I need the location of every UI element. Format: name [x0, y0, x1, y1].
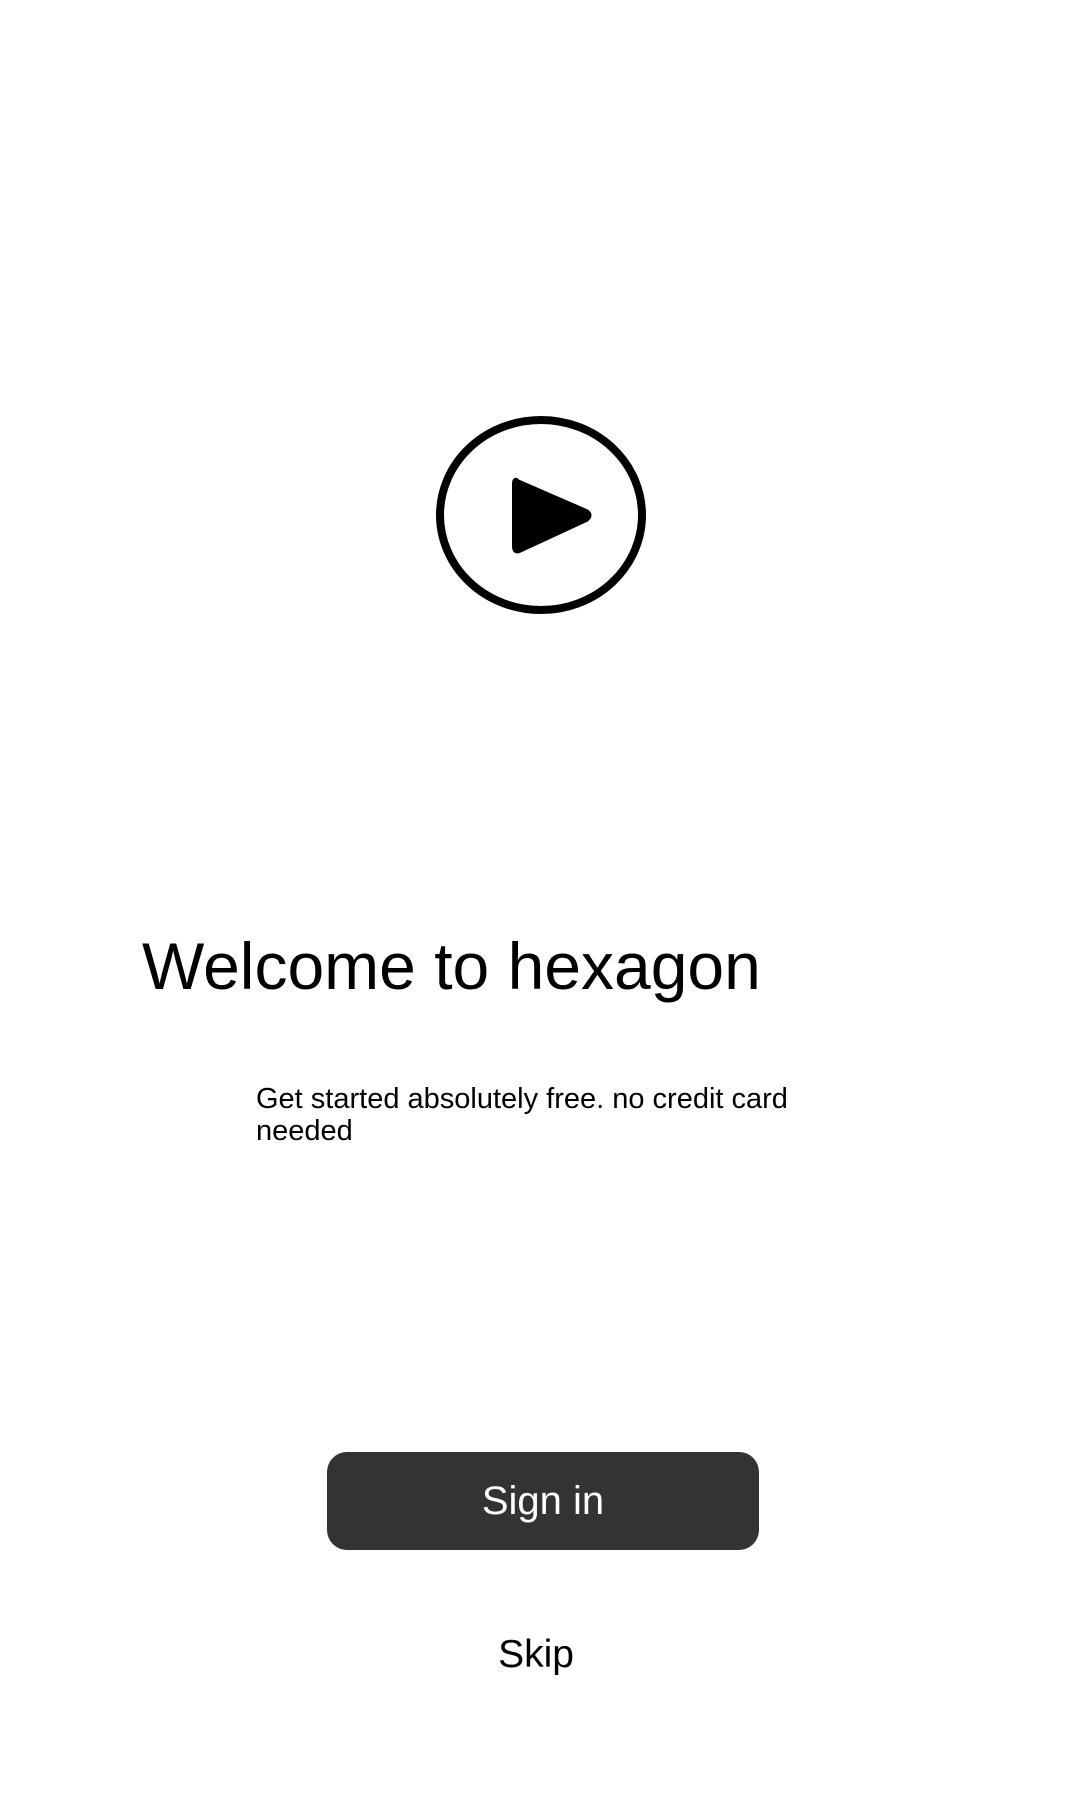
- sign-in-button[interactable]: Sign in: [327, 1452, 759, 1550]
- page-title: Welcome to hexagon: [142, 929, 761, 1003]
- play-circle-icon: [436, 416, 646, 614]
- subtitle-text: Get started absolutely free. no credit c…: [256, 1083, 788, 1147]
- skip-link[interactable]: Skip: [0, 1630, 1072, 1680]
- play-video-button[interactable]: [435, 416, 647, 614]
